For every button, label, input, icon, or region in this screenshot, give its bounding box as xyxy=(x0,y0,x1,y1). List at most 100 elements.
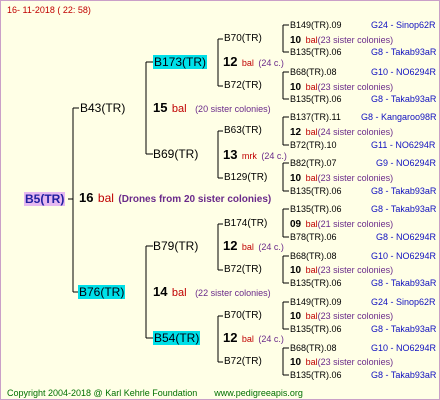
gen1-mating-count: 14 xyxy=(153,284,168,299)
gen2-queen[interactable]: B69(TR) xyxy=(153,148,198,160)
gen2-mating-note: (24 c.) xyxy=(258,58,284,68)
gen3-queen[interactable]: B72(TR) xyxy=(224,80,262,92)
gen4-mating-type: bal xyxy=(305,219,318,229)
gen4-queen[interactable]: B68(TR).08 xyxy=(290,342,337,354)
gen4-mating-note: (21 sister colonies) xyxy=(317,219,394,229)
gen4-origin: G8 - Takab93aR xyxy=(371,324,437,334)
copyright: Copyright 2004-2018 @ Karl Kehrle Founda… xyxy=(7,387,303,399)
gen4-mating-note: (23 sister colonies) xyxy=(317,311,394,321)
root-mating: 16 bal (Drones from 20 sister colonies) xyxy=(79,190,272,206)
gen4-mating-note: (23 sister colonies) xyxy=(317,173,394,183)
gen1-mating-type: bal xyxy=(171,103,187,115)
gen3-queen[interactable]: B174(TR) xyxy=(224,218,267,230)
gen4-origin: G8 - Kangaroo98R xyxy=(361,112,437,122)
site-url: www.pedigreeapis.org xyxy=(214,388,303,398)
gen1-queen[interactable]: B76(TR) xyxy=(78,285,126,299)
gen2-queen[interactable]: B79(TR) xyxy=(153,240,198,252)
gen4-queen[interactable]: B135(TR).06 xyxy=(290,369,342,381)
gen4-origin: G10 - NO6294R xyxy=(371,343,437,353)
gen3-queen[interactable]: B72(TR) xyxy=(224,356,262,368)
gen4-origin: G8 - Takab93aR xyxy=(371,370,437,380)
root-mating-note: (Drones from 20 sister colonies) xyxy=(118,194,272,205)
gen3-queen[interactable]: B70(TR) xyxy=(224,33,262,45)
gen4-mating-count: 10 xyxy=(290,82,302,93)
gen4-queen[interactable]: B149(TR).09 xyxy=(290,19,342,31)
gen4-queen[interactable]: B68(TR).08 xyxy=(290,66,337,78)
gen2-mating-type: bal xyxy=(241,58,254,68)
gen2-mating: 12 bal (24 c.) xyxy=(223,54,284,69)
gen4-origin: G11 - NO6294R xyxy=(371,140,436,150)
gen4-origin: G8 - NO6294R xyxy=(376,232,437,242)
gen3-queen[interactable]: B63(TR) xyxy=(224,125,262,137)
gen4-mating-count: 09 xyxy=(290,219,302,230)
gen3-queen[interactable]: B129(TR) xyxy=(224,172,267,184)
root-mating-count: 16 xyxy=(79,190,94,205)
gen4-queen[interactable]: B135(TR).06 xyxy=(290,93,342,105)
gen4-queen[interactable]: B135(TR).06 xyxy=(290,46,342,58)
gen4-mating: 09 bal(21 sister colonies) xyxy=(290,217,393,231)
gen4-mating-note: (23 sister colonies) xyxy=(317,357,394,367)
gen4-queen[interactable]: B72(TR).10 xyxy=(290,139,337,151)
gen4-queen[interactable]: B135(TR).06 xyxy=(290,203,342,215)
gen4-queen[interactable]: B137(TR).11 xyxy=(290,111,341,123)
gen3-queen[interactable]: B70(TR) xyxy=(224,310,262,322)
gen4-queen[interactable]: B135(TR).06 xyxy=(290,185,342,197)
gen4-queen[interactable]: B149(TR).09 xyxy=(290,296,342,308)
gen4-origin: G24 - Sinop62R xyxy=(371,20,436,30)
gen1-mating-note: (20 sister colonies) xyxy=(195,104,271,114)
gen4-mating-type: bal xyxy=(305,35,318,45)
gen4-mating-type: bal xyxy=(305,173,318,183)
gen2-mating: 12 bal (24 c.) xyxy=(223,330,284,345)
gen2-queen[interactable]: B54(TR) xyxy=(153,331,201,345)
root-mating-type: bal xyxy=(97,191,114,205)
gen1-queen[interactable]: B43(TR) xyxy=(80,102,125,114)
gen4-mating-count: 10 xyxy=(290,35,302,46)
gen2-mating-count: 12 xyxy=(223,54,238,69)
gen4-mating: 10 bal(23 sister colonies) xyxy=(290,309,393,323)
gen2-mating: 12 bal (24 c.) xyxy=(223,238,284,253)
gen2-mating-note: (24 c.) xyxy=(258,242,284,252)
gen4-origin: G10 - NO6294R xyxy=(371,67,437,77)
gen2-mating-type: mrk xyxy=(241,151,257,161)
gen4-mating-type: bal xyxy=(305,311,318,321)
pedigree-frame: 16- 11-2018 ( 22: 58) Copyright 2004-201… xyxy=(0,0,440,400)
gen4-queen[interactable]: B135(TR).06 xyxy=(290,277,342,289)
gen4-origin: G8 - Takab93aR xyxy=(371,186,437,196)
gen1-mating-type: bal xyxy=(171,287,187,299)
gen4-origin: G10 - NO6294R xyxy=(371,251,437,261)
gen4-mating-type: bal xyxy=(305,127,318,137)
gen1-mating-note: (22 sister colonies) xyxy=(195,288,271,298)
gen2-mating-type: bal xyxy=(241,242,254,252)
gen2-queen-id: B69(TR) xyxy=(153,147,199,161)
gen2-queen-id: B54(TR) xyxy=(153,331,201,345)
gen1-mating: 14 bal (22 sister colonies) xyxy=(153,284,271,299)
gen1-queen-id: B76(TR) xyxy=(78,285,126,299)
gen4-mating-type: bal xyxy=(305,265,318,275)
gen2-queen-id: B173(TR) xyxy=(153,55,208,69)
root-queen-id: B5(TR) xyxy=(24,192,66,206)
gen4-queen[interactable]: B82(TR).07 xyxy=(290,157,337,169)
gen4-mating-count: 10 xyxy=(290,357,302,368)
gen2-mating-type: bal xyxy=(241,334,254,344)
gen4-mating-note: (23 sister colonies) xyxy=(317,82,394,92)
gen2-mating-count: 12 xyxy=(223,238,238,253)
gen4-mating-count: 10 xyxy=(290,173,302,184)
copyright-text: Copyright 2004-2018 @ Karl Kehrle Founda… xyxy=(7,388,198,398)
gen3-queen[interactable]: B72(TR) xyxy=(224,264,262,276)
root-queen[interactable]: B5(TR) xyxy=(24,192,66,206)
gen2-mating-count: 13 xyxy=(223,147,238,162)
gen4-queen[interactable]: B68(TR).08 xyxy=(290,250,337,262)
gen4-mating: 10 bal(23 sister colonies) xyxy=(290,80,393,94)
gen4-mating-count: 10 xyxy=(290,265,302,276)
gen4-queen[interactable]: B78(TR).06 xyxy=(290,231,337,243)
gen4-origin: G8 - Takab93aR xyxy=(371,94,437,104)
gen1-mating-count: 15 xyxy=(153,100,168,115)
gen4-mating-note: (24 sister colonies) xyxy=(317,127,394,137)
gen2-mating-count: 12 xyxy=(223,330,238,345)
gen1-queen-id: B43(TR) xyxy=(80,101,126,115)
gen4-mating: 10 bal(23 sister colonies) xyxy=(290,263,393,277)
gen2-queen[interactable]: B173(TR) xyxy=(153,55,208,69)
gen4-mating-note: (23 sister colonies) xyxy=(317,265,394,275)
gen4-mating: 12 bal(24 sister colonies) xyxy=(290,125,393,139)
gen4-queen[interactable]: B135(TR).06 xyxy=(290,323,342,335)
